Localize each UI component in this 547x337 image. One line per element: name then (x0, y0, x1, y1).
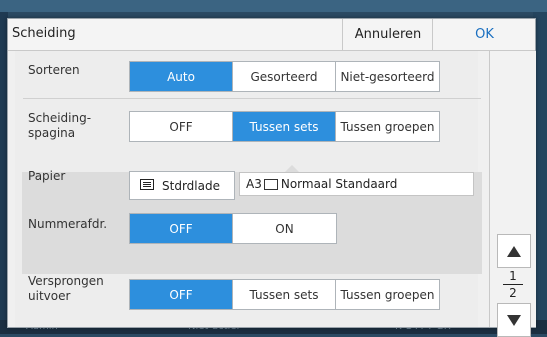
scroll-up-button[interactable] (497, 234, 531, 268)
dialog-title: Scheiding (12, 26, 76, 41)
papier-label: Papier (28, 169, 66, 183)
sorteren-option-gesorteerd[interactable]: Gesorteerd (233, 62, 336, 91)
arrow-up-icon (507, 245, 521, 257)
nummerafdr-option-on[interactable]: ON (233, 214, 336, 243)
versprongen-segmented-control: OFF Tussen sets Tussen groepen (129, 279, 440, 310)
versprongen-option-tussen-groepen[interactable]: Tussen groepen (336, 280, 439, 309)
sorteren-option-niet-gesorteerd[interactable]: Niet-gesorteerd (336, 62, 439, 91)
page-indicator: 1 2 (497, 269, 529, 300)
ok-button[interactable]: OK (432, 19, 536, 50)
scroll-down-button[interactable] (497, 303, 531, 337)
arrow-down-icon (507, 314, 521, 326)
scheidingspagina-option-tussen-groepen[interactable]: Tussen groepen (336, 112, 439, 141)
nummerafdr-label: Nummerafdr. (28, 217, 108, 231)
page-total: 2 (509, 286, 517, 300)
nummerafdr-option-off[interactable]: OFF (130, 214, 233, 243)
sorteren-option-auto[interactable]: Auto (130, 62, 233, 91)
scheidingspagina-label-line2: spagina (28, 126, 76, 140)
scheidingspagina-option-tussen-sets[interactable]: Tussen sets (233, 112, 336, 141)
paper-type-value: Normaal Standaard (280, 177, 398, 191)
nummerafdr-segmented-control: OFF ON (129, 213, 337, 244)
paper-tray-label: Stdrdlade (162, 178, 220, 193)
landscape-paper-icon (263, 178, 278, 190)
paper-type-field: A3 Normaal Standaard (239, 172, 474, 196)
scheiding-dialog: Scheiding Annuleren OK Sorteren Auto Ges… (7, 18, 536, 337)
tray-icon (140, 178, 154, 193)
versprongen-option-off[interactable]: OFF (130, 280, 233, 309)
page-fraction-bar (503, 284, 523, 285)
background-tab-bar (0, 0, 547, 12)
scheidingspagina-label: Scheiding- spagina (28, 111, 91, 141)
scheidingspagina-option-off[interactable]: OFF (130, 112, 233, 141)
paper-size: A3 (246, 177, 262, 191)
scheidingspagina-label-line1: Scheiding- (28, 111, 92, 125)
versprongen-label: Versprongen uitvoer (28, 274, 104, 304)
versprongen-label-line1: Versprongen (28, 274, 104, 288)
sorteren-label: Sorteren (28, 63, 80, 77)
page-scroller: 1 2 (489, 51, 536, 337)
versprongen-label-line2: uitvoer (28, 289, 71, 303)
cancel-button[interactable]: Annuleren (342, 19, 433, 50)
scheidingspagina-segmented-control: OFF Tussen sets Tussen groepen (129, 111, 440, 142)
dialog-titlebar: Scheiding Annuleren OK (8, 19, 535, 51)
page-current: 1 (509, 269, 517, 283)
divider (23, 98, 481, 99)
sorteren-segmented-control: Auto Gesorteerd Niet-gesorteerd (129, 61, 440, 92)
paper-tray-button[interactable]: Stdrdlade (129, 171, 235, 200)
versprongen-option-tussen-sets[interactable]: Tussen sets (233, 280, 336, 309)
